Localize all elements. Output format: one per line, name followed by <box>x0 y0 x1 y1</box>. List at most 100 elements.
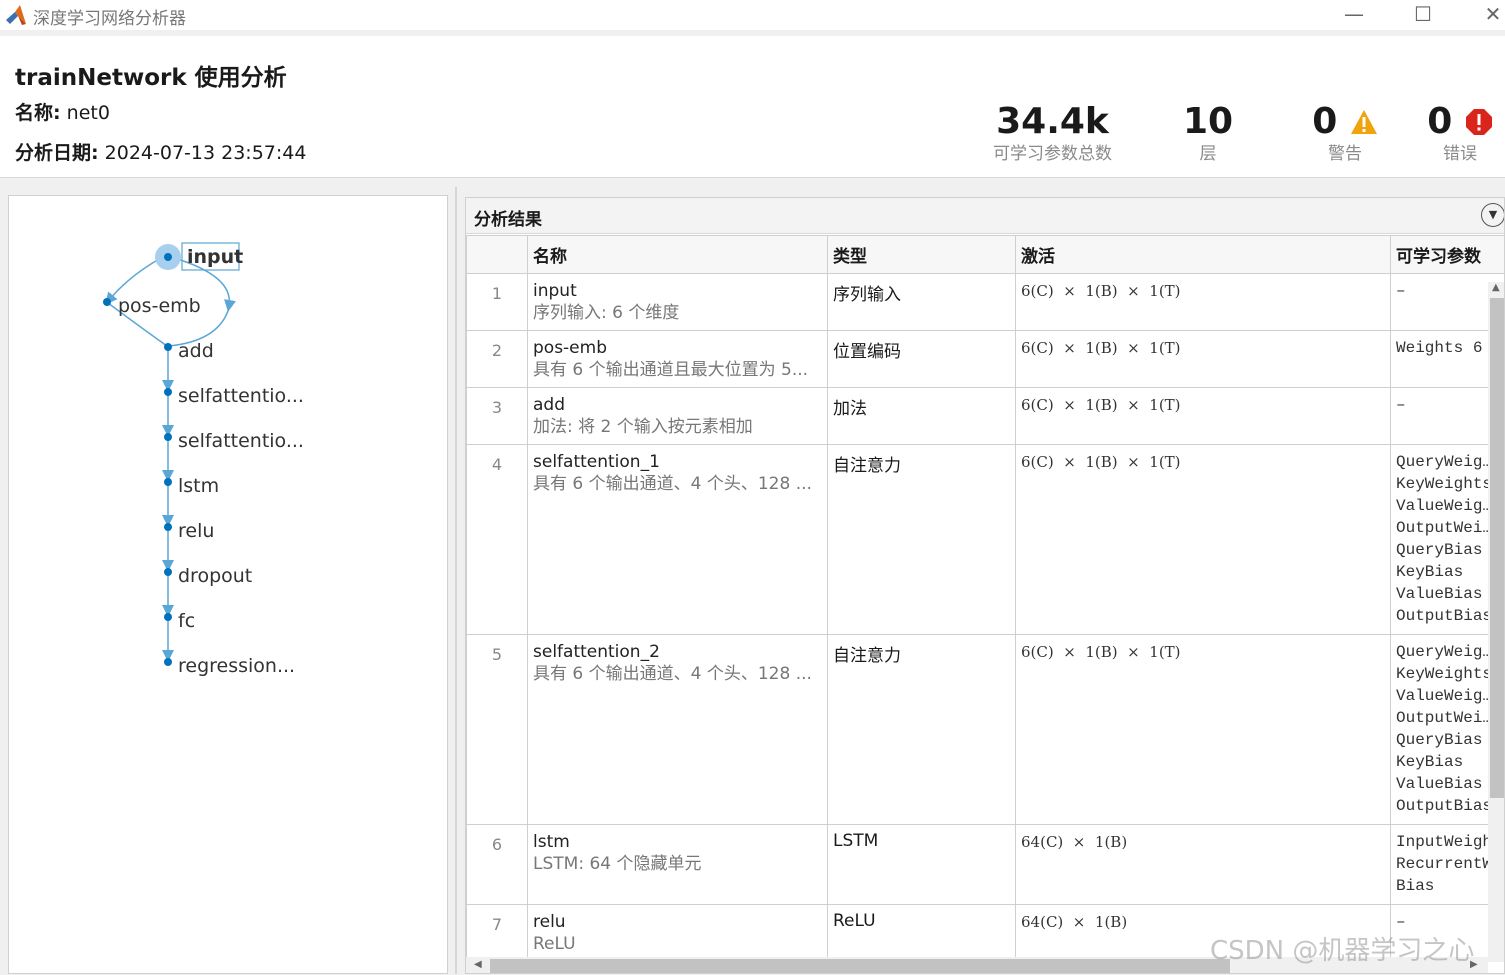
vertical-scroll-thumb[interactable] <box>1490 298 1504 798</box>
stat-params-label: 可学习参数总数 <box>985 142 1120 166</box>
window-titlebar: 深度学习网络分析器 — ☐ ✕ <box>0 0 1505 30</box>
layer-activation: 6(C) × 1(B) × 1(T) <box>1021 337 1385 359</box>
layer-description: ReLU <box>533 933 822 955</box>
layer-description: 具有 6 个输出通道且最大位置为 5... <box>533 359 822 381</box>
graph-node-add[interactable]: add <box>178 340 214 362</box>
graph-node-dropout[interactable]: dropout <box>178 565 252 587</box>
layer-description: 具有 6 个输出通道、4 个头、128 ... <box>533 473 822 495</box>
layer-description: 加法: 将 2 个输入按元素相加 <box>533 416 822 438</box>
layer-activation: 64(C) × 1(B) <box>1021 831 1385 853</box>
layer-name: selfattention_2 <box>533 641 822 663</box>
name-label: 名称: <box>15 102 61 124</box>
stat-layers: 10 层 <box>1168 102 1248 166</box>
analysis-date: 分析日期: 2024-07-13 23:57:44 <box>15 138 306 165</box>
graph-node-fc[interactable]: fc <box>178 610 195 632</box>
graph-node-input[interactable]: input <box>187 246 243 268</box>
results-title: 分析结果 <box>474 205 542 230</box>
layer-name-cell: input序列输入: 6 个维度 <box>528 274 828 331</box>
graph-node-pos-emb[interactable]: pos-emb <box>118 295 201 317</box>
row-index: 5 <box>467 635 528 825</box>
date-value: 2024-07-13 23:57:44 <box>105 142 307 164</box>
col-header-type[interactable]: 类型 <box>828 236 1016 274</box>
stat-params: 34.4k 可学习参数总数 <box>985 102 1120 166</box>
analysis-results-panel: 分析结果 ▼ 名称 类型 激活 可学习参数 1input序列输入: 6 个维度序… <box>465 197 1505 974</box>
graph-node-regression[interactable]: regression... <box>178 655 295 677</box>
row-index: 3 <box>467 388 528 445</box>
col-header-activation[interactable]: 激活 <box>1016 236 1391 274</box>
table-row[interactable]: 2pos-emb具有 6 个输出通道且最大位置为 5... 位置编码6(C) × … <box>467 331 1505 388</box>
table-row[interactable]: 6lstmLSTM: 64 个隐藏单元LSTM64(C) × 1(B)Input… <box>467 825 1505 905</box>
layer-name: pos-emb <box>533 337 822 359</box>
layer-activation: 6(C) × 1(B) × 1(T) <box>1021 280 1385 302</box>
horizontal-scroll-thumb[interactable] <box>490 959 1230 973</box>
page-title: trainNetwork 使用分析 <box>15 58 287 92</box>
maximize-button[interactable]: ☐ <box>1400 0 1446 30</box>
results-table: 名称 类型 激活 可学习参数 1input序列输入: 6 个维度序列输入6(C)… <box>466 235 1505 974</box>
table-row[interactable]: 5selfattention_2具有 6 个输出通道、4 个头、128 ...自… <box>467 635 1505 825</box>
stat-errors[interactable]: 0 错误 <box>1415 102 1505 166</box>
name-value: net0 <box>67 102 110 124</box>
panel-splitter[interactable] <box>455 187 457 974</box>
layer-activation-cell: 6(C) × 1(B) × 1(T) <box>1016 331 1391 388</box>
network-name: 名称: net0 <box>15 98 110 125</box>
layer-activation-cell: 6(C) × 1(B) × 1(T) <box>1016 388 1391 445</box>
col-header-name[interactable]: 名称 <box>528 236 828 274</box>
scroll-up-icon[interactable]: ▲ <box>1492 282 1500 293</box>
layer-type: 序列输入 <box>828 274 1016 331</box>
stat-warnings-value: 0 <box>1312 101 1337 142</box>
date-label: 分析日期: <box>15 142 99 164</box>
graph-node-relu[interactable]: relu <box>178 520 214 542</box>
row-index: 4 <box>467 445 528 635</box>
layer-type: LSTM <box>828 825 1016 905</box>
scroll-left-icon[interactable]: ◀ <box>474 959 482 970</box>
table-row[interactable]: 4selfattention_1具有 6 个输出通道、4 个头、128 ... 自… <box>467 445 1505 635</box>
row-index: 2 <box>467 331 528 388</box>
layer-activation-cell: 6(C) × 1(B) × 1(T) <box>1016 445 1391 635</box>
table-header-row: 名称 类型 激活 可学习参数 <box>467 236 1505 274</box>
layer-name-cell: lstmLSTM: 64 个隐藏单元 <box>528 825 828 905</box>
watermark: CSDN @机器学习之心 <box>1210 930 1474 967</box>
layer-name-cell: selfattention_2具有 6 个输出通道、4 个头、128 ... <box>528 635 828 825</box>
layer-activation: 6(C) × 1(B) × 1(T) <box>1021 394 1385 416</box>
collapse-chevron-icon[interactable]: ▼ <box>1481 203 1505 227</box>
layer-type: 位置编码 <box>828 331 1016 388</box>
minimize-button[interactable]: — <box>1331 0 1377 30</box>
table-row[interactable]: 3add加法: 将 2 个输入按元素相加加法6(C) × 1(B) × 1(T)… <box>467 388 1505 445</box>
layer-activation: 6(C) × 1(B) × 1(T) <box>1021 641 1385 663</box>
layer-description: LSTM: 64 个隐藏单元 <box>533 853 822 875</box>
col-header-params[interactable]: 可学习参数 <box>1391 236 1505 274</box>
layer-activation-cell: 6(C) × 1(B) × 1(T) <box>1016 635 1391 825</box>
close-button[interactable]: ✕ <box>1470 0 1505 30</box>
row-index: 1 <box>467 274 528 331</box>
layer-activation-cell: 6(C) × 1(B) × 1(T) <box>1016 274 1391 331</box>
analysis-header: trainNetwork 使用分析 名称: net0 分析日期: 2024-07… <box>0 36 1505 178</box>
layer-description: 序列输入: 6 个维度 <box>533 302 822 324</box>
stat-warnings-label: 警告 <box>1300 142 1390 166</box>
warning-icon <box>1350 109 1378 135</box>
graph-node-selfattention-1[interactable]: selfattentio... <box>178 385 304 407</box>
layer-type: 加法 <box>828 388 1016 445</box>
layer-name: selfattention_1 <box>533 451 822 473</box>
layer-type: 自注意力 <box>828 635 1016 825</box>
stat-errors-value: 0 <box>1427 101 1452 142</box>
stat-layers-value: 10 <box>1168 102 1248 142</box>
layer-type: 自注意力 <box>828 445 1016 635</box>
layer-name-cell: add加法: 将 2 个输入按元素相加 <box>528 388 828 445</box>
matlab-logo-icon <box>4 4 28 26</box>
stat-params-value: 34.4k <box>985 102 1120 142</box>
vertical-scrollbar[interactable]: ▲ <box>1488 282 1505 962</box>
layer-activation: 6(C) × 1(B) × 1(T) <box>1021 451 1385 473</box>
col-header-index <box>467 236 528 274</box>
layer-activation-cell: 64(C) × 1(B) <box>1016 825 1391 905</box>
table-row[interactable]: 1input序列输入: 6 个维度序列输入6(C) × 1(B) × 1(T)– <box>467 274 1505 331</box>
stat-warnings[interactable]: 0 警告 <box>1300 102 1390 166</box>
graph-node-selfattention-2[interactable]: selfattentio... <box>178 430 304 452</box>
network-graph-panel[interactable]: input pos-emb add selfattentio... selfat… <box>8 195 448 974</box>
layer-name: add <box>533 394 822 416</box>
graph-node-lstm[interactable]: lstm <box>178 475 219 497</box>
layer-name: relu <box>533 911 822 933</box>
layer-name: lstm <box>533 831 822 853</box>
error-icon <box>1465 108 1493 136</box>
window-title: 深度学习网络分析器 <box>33 4 186 29</box>
stat-layers-label: 层 <box>1168 142 1248 166</box>
